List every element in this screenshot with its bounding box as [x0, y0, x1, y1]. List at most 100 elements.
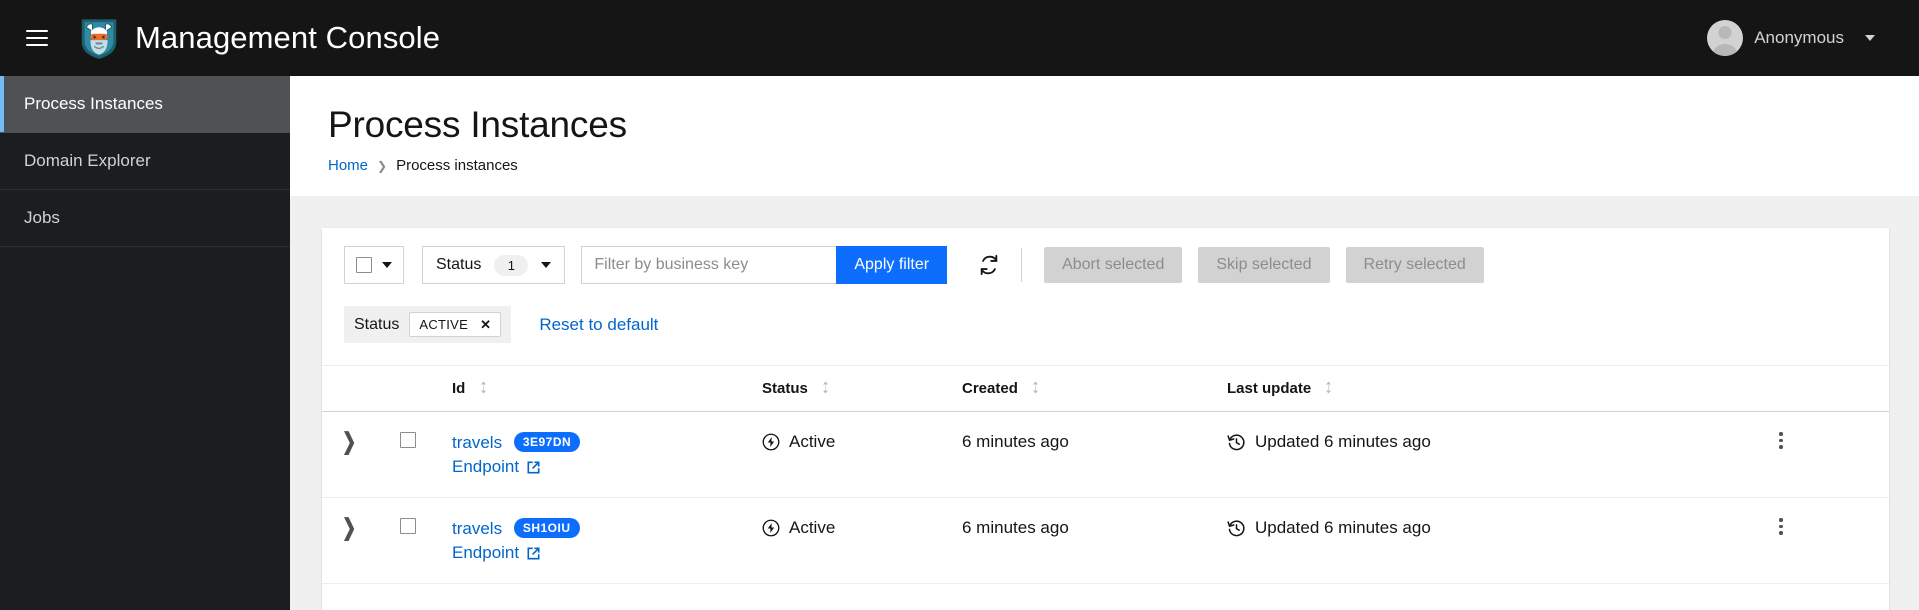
main-content: Process Instances Home ❯ Process instanc…	[290, 76, 1919, 610]
row-checkbox[interactable]	[400, 432, 416, 449]
breadcrumb-home-link[interactable]: Home	[328, 157, 368, 174]
toolbar: Status 1 Apply filter	[322, 228, 1889, 285]
table-row: ❯ travels SH1OIU Endpoint Active 6 minut…	[322, 497, 1889, 585]
process-name-link[interactable]: travels	[452, 433, 502, 452]
refresh-icon[interactable]	[969, 246, 1009, 284]
hamburger-icon[interactable]	[14, 15, 60, 61]
status-filter-dropdown[interactable]: Status 1	[422, 246, 566, 285]
row-created-cell: 6 minutes ago	[962, 497, 1227, 585]
kebab-menu-icon[interactable]	[1769, 518, 1793, 535]
sort-icon[interactable]	[479, 381, 488, 394]
process-instances-card: Status 1 Apply filter	[322, 228, 1889, 610]
sort-icon[interactable]	[1031, 381, 1040, 394]
toolbar-divider	[1021, 248, 1023, 283]
kebab-menu-icon[interactable]	[1769, 432, 1793, 449]
th-actions	[1769, 365, 1889, 413]
status-text: Active	[789, 432, 836, 452]
row-id-cell: travels SH1OIU Endpoint	[452, 497, 762, 585]
breadcrumb-current: Process instances	[396, 157, 518, 175]
chevron-right-icon[interactable]: ❯	[322, 515, 356, 542]
status-filter-count: 1	[494, 254, 529, 276]
process-instances-table: Id Status Created Last update ❯ travels …	[322, 365, 1889, 585]
abort-selected-button[interactable]: Abort selected	[1044, 247, 1183, 284]
th-status[interactable]: Status	[762, 365, 962, 413]
endpoint-row: Endpoint	[452, 457, 762, 477]
hamburger-bar	[26, 30, 48, 32]
external-link-icon[interactable]	[526, 460, 541, 475]
th-id[interactable]: Id	[452, 365, 762, 413]
app-title: Management Console	[135, 20, 441, 55]
page-header: Process Instances Home ❯ Process instanc…	[290, 76, 1919, 197]
history-icon	[1227, 520, 1245, 537]
sidebar-item-label: Process Instances	[24, 94, 163, 113]
bulk-select-dropdown[interactable]	[344, 246, 404, 285]
masthead: Management Console Anonymous	[0, 0, 1919, 76]
checkbox-icon[interactable]	[356, 257, 372, 274]
business-key-badge: SH1OIU	[513, 518, 580, 539]
th-last-update-label: Last update	[1227, 380, 1312, 398]
sort-icon[interactable]	[1324, 381, 1333, 394]
retry-selected-button[interactable]: Retry selected	[1345, 247, 1484, 284]
th-created[interactable]: Created	[962, 365, 1227, 413]
th-status-label: Status	[762, 380, 808, 398]
table-header-row: Id Status Created Last update	[322, 365, 1889, 413]
chip-group-label: Status	[354, 315, 400, 333]
caret-down-icon[interactable]	[382, 262, 392, 269]
process-name-link[interactable]: travels	[452, 519, 502, 538]
row-status-cell: Active	[762, 411, 962, 499]
row-actions-cell	[1769, 497, 1889, 585]
row-checkbox-cell	[400, 411, 452, 499]
user-avatar-icon	[1707, 20, 1744, 56]
hamburger-bar	[26, 37, 48, 39]
on-running-icon	[762, 520, 780, 537]
management-console-app: Management Console Anonymous Process Ins…	[0, 0, 1919, 610]
row-created-cell: 6 minutes ago	[962, 411, 1227, 499]
kogito-mascot-logo	[81, 19, 117, 59]
sidebar-item-label: Domain Explorer	[24, 151, 151, 170]
brand[interactable]: Management Console	[76, 15, 440, 61]
endpoint-link[interactable]: Endpoint	[452, 543, 519, 563]
hamburger-bar	[26, 44, 48, 46]
sort-icon[interactable]	[821, 381, 830, 394]
business-key-input[interactable]	[581, 246, 837, 285]
th-checkbox	[400, 365, 452, 413]
sidebar-item-jobs[interactable]: Jobs	[0, 190, 290, 247]
endpoint-row: Endpoint	[452, 543, 762, 563]
status-filter-label: Status	[436, 256, 482, 274]
chevron-right-icon[interactable]: ❯	[322, 429, 356, 456]
chevron-right-icon: ❯	[377, 158, 388, 173]
sidebar: Process Instances Domain Explorer Jobs	[0, 76, 290, 610]
last-update-text: Updated 6 minutes ago	[1255, 518, 1431, 538]
breadcrumb: Home ❯ Process instances	[328, 157, 1881, 174]
business-key-badge: 3E97DN	[513, 432, 581, 453]
sidebar-item-label: Jobs	[24, 208, 60, 227]
sidebar-item-process-instances[interactable]: Process Instances	[0, 76, 290, 133]
endpoint-link[interactable]: Endpoint	[452, 457, 519, 477]
th-id-label: Id	[452, 380, 466, 398]
reset-to-default-link[interactable]: Reset to default	[539, 315, 658, 335]
row-toggle-cell: ❯	[322, 497, 400, 585]
row-checkbox-cell	[400, 497, 452, 585]
apply-filter-button[interactable]: Apply filter	[836, 246, 948, 285]
th-created-label: Created	[962, 380, 1018, 398]
caret-down-icon[interactable]	[1865, 35, 1875, 41]
page-title: Process Instances	[328, 104, 627, 145]
table-body: ❯ travels 3E97DN Endpoint Active 6 minut…	[322, 411, 1889, 585]
content-area: Status 1 Apply filter	[290, 196, 1919, 610]
row-last-update-cell: Updated 6 minutes ago	[1227, 497, 1769, 585]
external-link-icon[interactable]	[526, 546, 541, 561]
chip-label: ACTIVE	[419, 317, 469, 333]
filter-chip-active[interactable]: ACTIVE ✕	[409, 312, 502, 338]
row-checkbox[interactable]	[400, 518, 416, 535]
user-menu[interactable]: Anonymous	[1707, 20, 1897, 56]
close-icon[interactable]: ✕	[480, 318, 491, 331]
history-icon	[1227, 434, 1245, 451]
th-toggle	[322, 365, 400, 413]
caret-down-icon[interactable]	[541, 262, 552, 269]
table-row: ❯ travels 3E97DN Endpoint Active 6 minut…	[322, 411, 1889, 499]
filter-chip-group: Status ACTIVE ✕	[344, 306, 512, 344]
skip-selected-button[interactable]: Skip selected	[1198, 247, 1330, 284]
on-running-icon	[762, 434, 780, 451]
th-last-update[interactable]: Last update	[1227, 365, 1769, 413]
sidebar-item-domain-explorer[interactable]: Domain Explorer	[0, 133, 290, 190]
